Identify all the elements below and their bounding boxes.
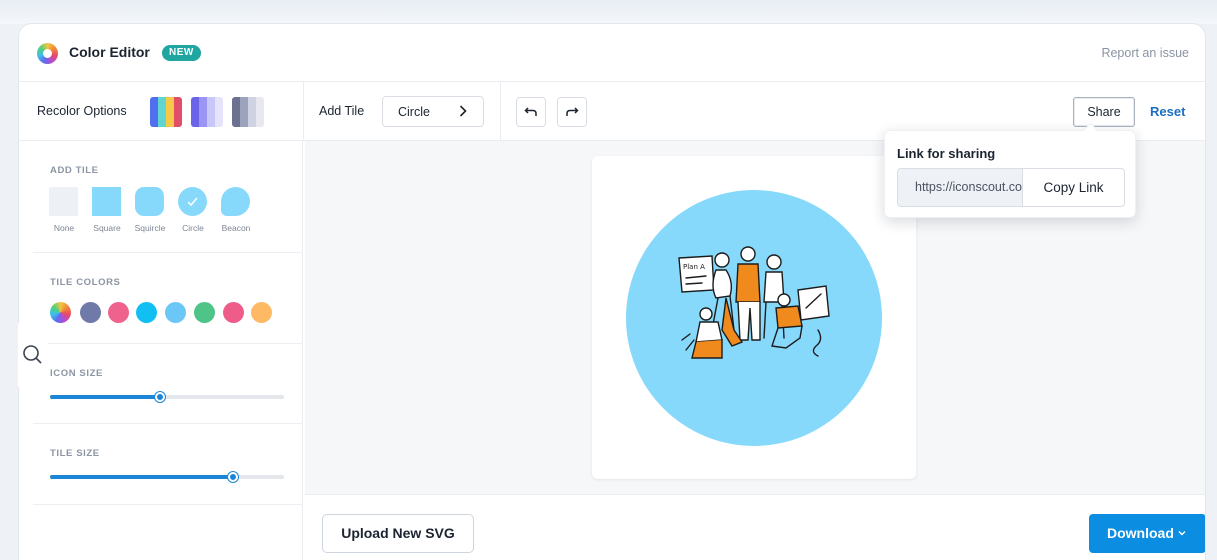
tile-beacon-label: Beacon: [221, 223, 251, 233]
palette-option-3[interactable]: [232, 97, 264, 127]
reset-button[interactable]: Reset: [1150, 104, 1185, 119]
share-popover-title: Link for sharing: [897, 146, 996, 161]
download-label: Download: [1107, 525, 1174, 541]
search-icon: [23, 345, 42, 364]
add-tile-label: Add Tile: [319, 104, 365, 118]
tile-squircle[interactable]: [135, 187, 164, 216]
new-badge: NEW: [162, 45, 201, 61]
share-popover: Link for sharing https://iconscout.com C…: [884, 130, 1136, 218]
icon-size-slider-fill: [50, 395, 160, 399]
color-swatch[interactable]: [194, 302, 215, 323]
page-top-background: [0, 0, 1217, 24]
tile-size-heading: TILE SIZE: [50, 448, 100, 459]
palette-option-2[interactable]: [191, 97, 223, 127]
tile-size-slider-fill: [50, 475, 233, 479]
undo-button[interactable]: [516, 97, 546, 127]
tile-none[interactable]: [49, 187, 78, 216]
icon-preview-frame: Plan A: [592, 156, 916, 479]
color-swatch[interactable]: [80, 302, 101, 323]
editor-title: Color Editor: [69, 44, 150, 60]
tile-colors-section: TILE COLORS: [33, 253, 303, 344]
tile-size-slider-handle[interactable]: [227, 472, 238, 482]
color-swatch[interactable]: [223, 302, 244, 323]
tile-size-section: TILE SIZE: [33, 424, 303, 505]
options-sidebar: ADD TILE None Square Squircle Circle Bea…: [33, 140, 303, 560]
redo-button[interactable]: [557, 97, 587, 127]
tile-circle[interactable]: [178, 187, 207, 216]
share-link-field[interactable]: https://iconscout.com: [897, 168, 1022, 207]
download-button[interactable]: Download: [1089, 514, 1205, 553]
add-tile-section: ADD TILE None Square Squircle Circle Bea…: [33, 140, 303, 253]
color-swatch[interactable]: [136, 302, 157, 323]
tile-size-slider[interactable]: [50, 472, 284, 482]
editor-footer: Upload New SVG Download: [305, 494, 1205, 560]
color-swatch[interactable]: [108, 302, 129, 323]
check-icon: [187, 197, 198, 207]
tile-colors-heading: TILE COLORS: [50, 277, 121, 288]
color-wheel-logo-icon: [37, 43, 58, 64]
add-tile-heading: ADD TILE: [50, 165, 99, 176]
upload-new-svg-button[interactable]: Upload New SVG: [322, 514, 474, 553]
svg-text:Plan A: Plan A: [683, 263, 705, 271]
toolbar-divider: [500, 82, 501, 141]
chevron-down-icon: [1178, 514, 1186, 553]
editor-header: Color Editor NEW Report an issue: [19, 24, 1205, 82]
tile-square[interactable]: [92, 187, 121, 216]
tile-shape-select[interactable]: Circle: [382, 96, 484, 127]
report-issue-link[interactable]: Report an issue: [1101, 46, 1189, 60]
redo-icon: [566, 107, 579, 116]
share-button[interactable]: Share: [1073, 97, 1135, 127]
palette-option-1[interactable]: [150, 97, 182, 127]
icon-size-section: ICON SIZE: [33, 344, 303, 424]
chevron-right-icon: [459, 104, 467, 121]
undo-icon: [524, 107, 537, 116]
toolbar-divider: [303, 82, 304, 141]
custom-color-picker-icon[interactable]: [50, 302, 71, 323]
circle-tile: Plan A: [626, 190, 882, 446]
tile-beacon[interactable]: [221, 187, 250, 216]
icon-size-slider-handle[interactable]: [154, 392, 165, 402]
team-illustration: Plan A: [678, 246, 830, 359]
recolor-options-label: Recolor Options: [37, 104, 127, 118]
copy-link-button[interactable]: Copy Link: [1022, 168, 1125, 207]
color-swatch[interactable]: [251, 302, 272, 323]
search-side-tab[interactable]: [18, 323, 48, 387]
color-swatch[interactable]: [165, 302, 186, 323]
icon-size-heading: ICON SIZE: [50, 368, 103, 379]
icon-size-slider[interactable]: [50, 392, 284, 402]
tile-shape-value: Circle: [398, 105, 430, 119]
